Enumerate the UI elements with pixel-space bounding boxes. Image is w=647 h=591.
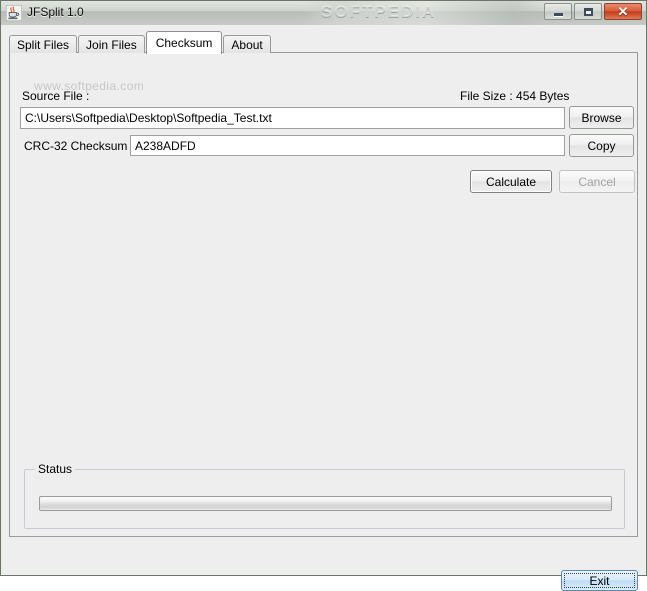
- calculate-button-label: Calculate: [485, 174, 537, 189]
- maximize-button[interactable]: [574, 3, 602, 20]
- java-coffee-cup-icon: [5, 4, 23, 22]
- cancel-button: Cancel: [559, 170, 635, 193]
- copy-button-label: Copy: [587, 138, 616, 153]
- cancel-button-label: Cancel: [578, 174, 616, 189]
- file-size-label: File Size : 454 Bytes: [460, 89, 570, 103]
- minimize-button[interactable]: [544, 3, 572, 20]
- tab-join-files[interactable]: Join Files: [78, 35, 145, 53]
- browse-button-label: Browse: [581, 110, 622, 125]
- tab-split-files[interactable]: Split Files: [9, 35, 78, 53]
- application-window: SOFTPEDIA JFSplit 1.0 ✕ Split Files Join…: [0, 0, 647, 591]
- tab-label: About: [231, 37, 263, 52]
- title-bar-gloss: [301, 1, 551, 25]
- calculate-button[interactable]: Calculate: [470, 170, 552, 193]
- tab-checksum[interactable]: Checksum: [145, 31, 223, 54]
- progress-bar: [39, 496, 612, 511]
- source-file-label: Source File :: [22, 89, 90, 103]
- source-file-input[interactable]: C:\Users\Softpedia\Desktop\Softpedia_Tes…: [20, 107, 565, 129]
- copy-button[interactable]: Copy: [569, 134, 634, 157]
- close-button[interactable]: ✕: [604, 3, 642, 20]
- tab-bar: Split Files Join Files Checksum About: [9, 31, 272, 54]
- tab-label: Checksum: [155, 36, 213, 50]
- window-title: JFSplit 1.0: [27, 5, 84, 19]
- tab-label: Join Files: [86, 37, 137, 52]
- softpedia-watermark-title: SOFTPEDIA: [321, 2, 437, 21]
- status-group-box: Status: [24, 462, 625, 529]
- tab-label: Split Files: [17, 37, 70, 52]
- checksum-panel: www.softpedia.com Source File : File Siz…: [9, 52, 638, 537]
- client-area: Split Files Join Files Checksum About ww…: [1, 25, 646, 591]
- crc-checksum-input[interactable]: A238ADFD: [130, 135, 565, 156]
- close-icon: ✕: [617, 4, 629, 19]
- maximize-icon: [575, 4, 601, 19]
- status-group-title: Status: [35, 462, 76, 476]
- title-bar[interactable]: SOFTPEDIA JFSplit 1.0 ✕: [1, 1, 646, 25]
- exit-button[interactable]: Exit: [561, 570, 638, 591]
- crc-checksum-label: CRC-32 Checksum :: [24, 139, 135, 153]
- minimize-icon: [545, 4, 571, 19]
- browse-button[interactable]: Browse: [569, 106, 634, 129]
- tab-about[interactable]: About: [223, 35, 271, 53]
